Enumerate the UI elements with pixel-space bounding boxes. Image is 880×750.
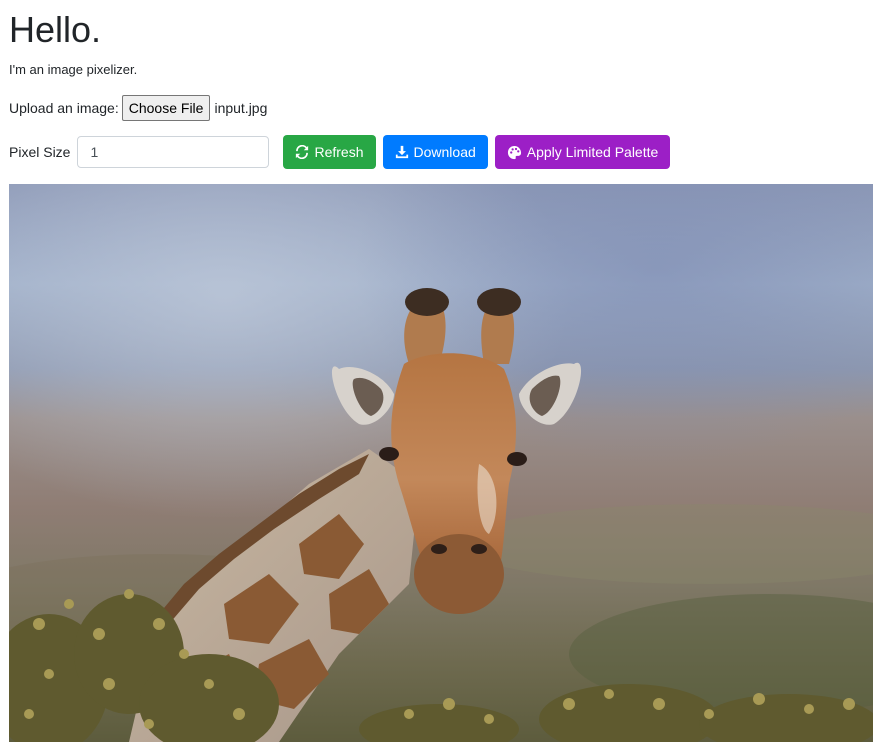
download-label: Download	[413, 144, 476, 160]
selected-file-name: input.jpg	[214, 100, 268, 116]
page-subtitle: I'm an image pixelizer.	[9, 62, 138, 77]
pixelized-image-canvas	[9, 184, 873, 742]
palette-icon	[507, 145, 521, 159]
pixel-size-label: Pixel Size	[9, 144, 71, 160]
giraffe-image	[9, 184, 873, 742]
refresh-button[interactable]: Refresh	[283, 135, 376, 169]
sync-icon	[296, 145, 309, 159]
pixel-size-input[interactable]	[77, 136, 270, 168]
apply-palette-button[interactable]: Apply Limited Palette	[494, 135, 671, 169]
page-title: Hello.	[9, 9, 102, 50]
apply-palette-label: Apply Limited Palette	[526, 144, 659, 160]
page: Hello. I'm an image pixelizer. Upload an…	[0, 0, 880, 750]
download-button[interactable]: Download	[382, 135, 488, 169]
download-icon	[395, 145, 408, 159]
upload-label: Upload an image:	[9, 100, 119, 116]
choose-file-button[interactable]: Choose File	[121, 95, 211, 121]
upload-row: Upload an image: Choose File input.jpg	[9, 94, 267, 122]
controls-row: Pixel Size Refresh Download	[9, 135, 677, 169]
refresh-label: Refresh	[314, 144, 364, 160]
